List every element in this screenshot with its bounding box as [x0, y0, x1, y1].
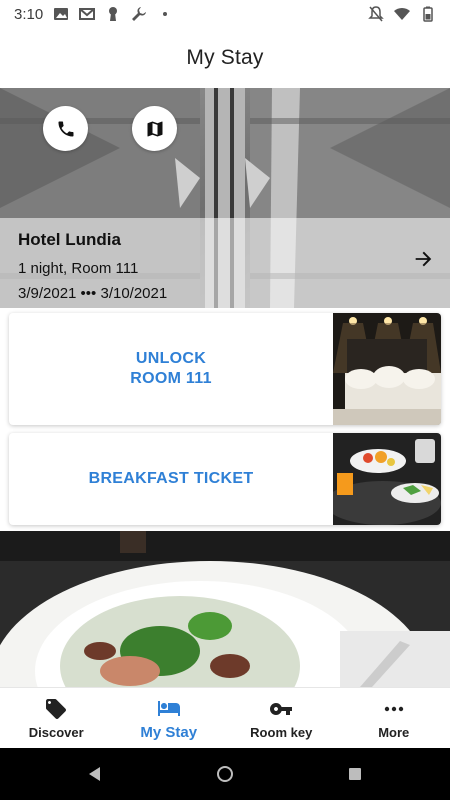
hero-actions	[43, 106, 177, 151]
stay-dates: 3/9/2021 ••• 3/10/2021	[18, 285, 168, 302]
breakfast-ticket-label: BREAKFAST TICKET	[88, 470, 254, 487]
unlock-room-label: UNLOCK ROOM 111	[9, 313, 333, 425]
key-icon	[269, 697, 293, 721]
stay-details-button[interactable]	[412, 248, 434, 270]
phone-icon	[58, 121, 73, 136]
map-button[interactable]	[132, 106, 177, 151]
call-hotel-button[interactable]	[43, 106, 88, 151]
home-button[interactable]	[215, 764, 235, 784]
keyhole-icon	[105, 6, 121, 22]
hotel-name: Hotel Lundia	[18, 230, 121, 249]
stay-hero: Hotel Lundia 1 night, Room 111 3/9/2021 …	[0, 88, 450, 308]
unlock-room-card[interactable]: UNLOCK ROOM 111	[9, 313, 441, 425]
bed-icon	[157, 696, 181, 720]
restaurant-food-photo	[0, 531, 450, 687]
nav-item-room-key[interactable]: Room key	[225, 688, 338, 748]
room-bed-photo	[333, 313, 441, 425]
bottom-navigation: Discover My Stay Room key More	[0, 687, 450, 748]
stay-nights-room: 1 night, Room 111	[18, 260, 139, 277]
arrow-right-icon	[415, 251, 432, 267]
back-triangle-icon	[89, 767, 100, 781]
nav-item-my-stay[interactable]: My Stay	[113, 688, 226, 748]
nav-label-my-stay: My Stay	[140, 723, 198, 741]
system-navigation-bar	[0, 748, 450, 800]
app-header: My Stay	[0, 28, 450, 88]
nav-item-discover[interactable]: Discover	[0, 688, 113, 748]
status-left: 3:10	[14, 6, 173, 23]
battery-icon	[420, 6, 436, 22]
image-icon	[53, 6, 69, 22]
more-dots-icon	[382, 697, 406, 721]
unlock-line-2: ROOM 111	[130, 370, 212, 387]
tag-icon	[44, 697, 68, 721]
back-button[interactable]	[85, 764, 105, 784]
status-bar: 3:10	[0, 0, 450, 28]
breakfast-ticket-card[interactable]: BREAKFAST TICKET	[9, 433, 441, 525]
page-title: My Stay	[186, 46, 264, 69]
nav-item-more[interactable]: More	[338, 688, 450, 748]
recents-square-icon	[349, 768, 361, 780]
unlock-line-1: UNLOCK	[135, 350, 207, 367]
nav-label-more: More	[378, 724, 410, 740]
map-icon	[147, 121, 162, 136]
dot-icon	[157, 6, 173, 22]
nav-label-room-key: Room key	[250, 724, 313, 740]
recents-button[interactable]	[345, 764, 365, 784]
breakfast-photo	[333, 433, 441, 525]
gmail-icon	[79, 6, 96, 22]
status-right	[368, 6, 436, 22]
home-circle-icon	[217, 766, 233, 782]
wrench-icon	[131, 6, 147, 22]
stay-summary-panel[interactable]: Hotel Lundia 1 night, Room 111 3/9/2021 …	[0, 218, 450, 308]
notifications-off-icon	[368, 6, 384, 22]
status-time: 3:10	[14, 5, 44, 23]
wifi-icon	[394, 6, 410, 22]
nav-label-discover: Discover	[28, 724, 84, 740]
